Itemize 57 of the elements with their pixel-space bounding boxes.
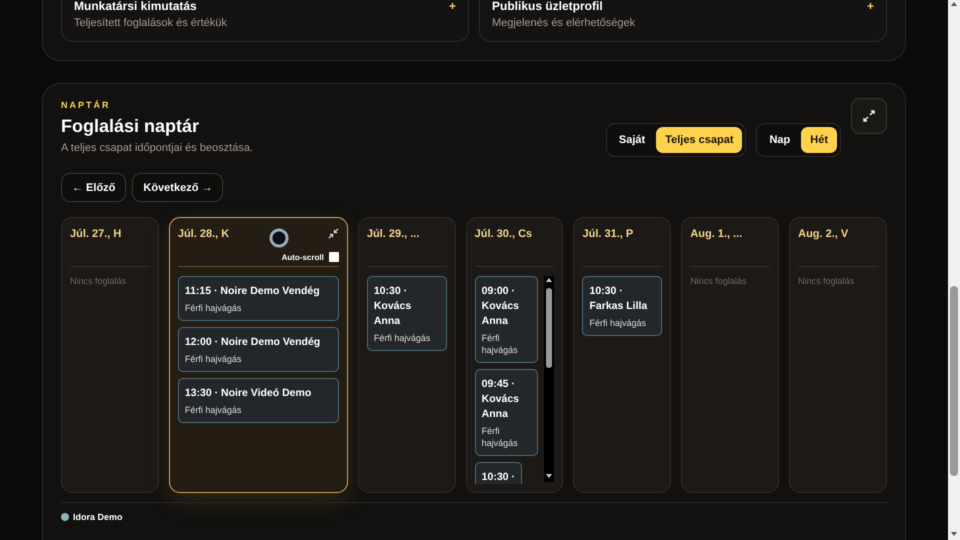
booking-service: Férfi hajvágás (184, 302, 242, 314)
day-label: Júl. 28., K (178, 228, 230, 240)
booking-card[interactable]: 10:30 · (474, 462, 522, 484)
summary-card[interactable]: Munkatársi kimutatás Teljesített foglalások és értékük + (61, 0, 469, 42)
legend-label: Idora Demo (73, 512, 123, 522)
booking-title: 09:00 · Kovács Anna (482, 284, 520, 329)
empty-text: Nincs foglalás (690, 276, 748, 286)
booking-card[interactable]: 10:30 · Kovács Anna Férfi hajvágás (366, 276, 447, 351)
day-label: Júl. 27., H (70, 228, 122, 240)
booking-service: Férfi hajvágás (482, 425, 519, 449)
booking-title: 10:30 · Farkas Lilla (589, 284, 648, 314)
toggle-tab[interactable]: Nap (760, 127, 800, 153)
card-subtitle: Megjelenés és elérhetőségek (492, 17, 636, 29)
calendar-subtitle: A teljes csapat időpontjai és beosztása. (61, 142, 254, 154)
nav-button[interactable]: ← Előző (61, 173, 126, 202)
day-label: Aug. 2., V (798, 228, 848, 240)
booking-card[interactable]: 09:45 · Kovács Anna Férfi hajvágás (474, 369, 538, 456)
expand-icon (862, 109, 876, 123)
auto-scroll-label: Auto-scroll (282, 252, 324, 262)
day-label: Júl. 30., Cs (474, 228, 532, 240)
fullscreen-button[interactable] (851, 98, 887, 134)
booking-service: Férfi hajvágás (589, 317, 648, 329)
booking-title: 10:30 · Kovács Anna (374, 284, 412, 329)
empty-text: Nincs foglalás (70, 276, 128, 286)
calendar-title: Foglalási naptár (61, 116, 200, 137)
booking-service: Férfi hajvágás (184, 404, 242, 416)
nav-button[interactable]: Következő → (132, 173, 224, 202)
toggle-tab[interactable]: Hét (801, 127, 837, 153)
booking-service: Férfi hajvágás (374, 332, 432, 344)
booking-card[interactable]: 09:00 · Kovács Anna Férfi hajvágás (474, 276, 538, 363)
booking-card[interactable]: 12:00 · Noire Demo Vendég Férfi hajvágás (178, 327, 339, 372)
booking-card[interactable]: 10:30 · Farkas Lilla Férfi hajvágás (582, 276, 662, 336)
booking-title: 12:00 · Noire Demo Vendég (184, 335, 322, 350)
empty-text: Nincs foglalás (798, 276, 856, 286)
day-label: Júl. 29., ... (366, 228, 420, 240)
booking-title: 11:15 · Noire Demo Vendég (184, 284, 321, 299)
booking-title: 10:30 · (482, 470, 515, 484)
day-label: Júl. 31., P (582, 228, 634, 240)
booking-service: Férfi hajvágás (482, 332, 519, 356)
booking-title: 09:45 · Kovács Anna (482, 377, 520, 422)
card-title: Publikus üzletprofil (492, 0, 604, 12)
summary-card[interactable]: Publikus üzletprofil Megjelenés és elérhetőségek + (479, 0, 887, 42)
auto-scroll-checkbox[interactable] (328, 252, 339, 262)
expand-plus: + (866, 0, 874, 15)
booking-title: 13:30 · Noire Videó Demo (184, 386, 312, 401)
card-title: Munkatársi kimutatás (74, 0, 198, 12)
toggle-tab[interactable]: Saját (610, 127, 654, 153)
booking-card[interactable]: 13:30 · Noire Videó Demo Férfi hajvágás (178, 378, 339, 423)
day-label: Aug. 1., ... (690, 228, 742, 240)
booking-card[interactable]: 11:15 · Noire Demo Vendég Férfi hajvágás (178, 276, 339, 321)
booking-service: Férfi hajvágás (184, 353, 242, 365)
spinner-icon (268, 228, 288, 248)
collapse-icon[interactable] (328, 228, 339, 239)
toggle-tab[interactable]: Teljes csapat (656, 127, 742, 153)
expand-plus: + (448, 0, 456, 15)
section-eyebrow: NAPTÁR (61, 100, 112, 110)
card-subtitle: Teljesített foglalások és értékük (74, 17, 227, 29)
